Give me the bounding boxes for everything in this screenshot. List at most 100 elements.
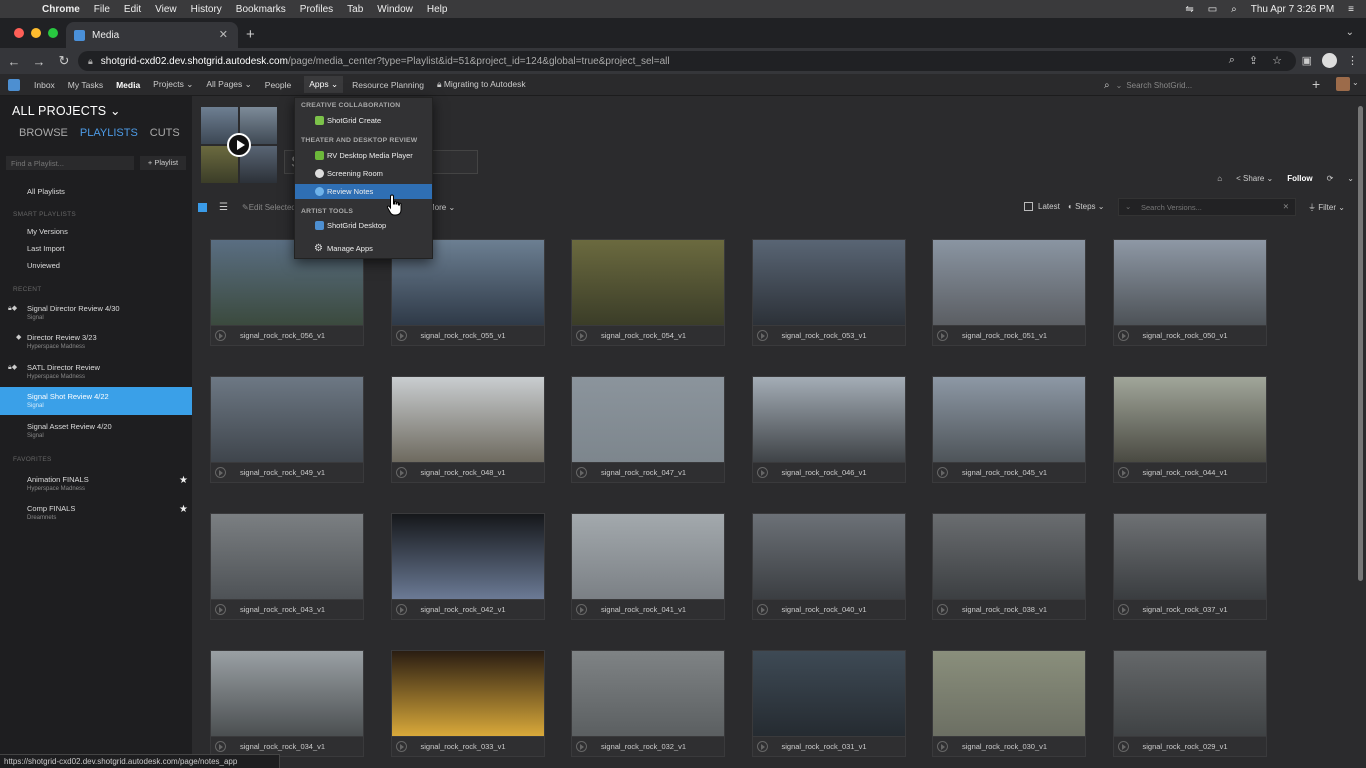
version-card[interactable]: signal_rock_rock_050_v1	[1112, 239, 1267, 346]
steps-button[interactable]: ◐ Steps ⌄	[1068, 202, 1104, 211]
play-icon[interactable]	[1117, 741, 1129, 752]
version-name[interactable]: signal_rock_rock_051_v1	[962, 331, 1047, 340]
version-name[interactable]: signal_rock_rock_056_v1	[240, 331, 325, 340]
version-card[interactable]: signal_rock_rock_031_v1	[751, 650, 906, 757]
mac-menu-tab[interactable]: Tab	[347, 4, 363, 15]
version-name[interactable]: signal_rock_rock_054_v1	[601, 331, 686, 340]
version-card[interactable]: signal_rock_rock_047_v1	[571, 376, 725, 483]
version-thumbnail[interactable]	[571, 513, 725, 600]
search-dropdown-icon[interactable]: ⌄	[1125, 202, 1131, 211]
mac-menu-window[interactable]: Window	[377, 4, 413, 15]
version-card[interactable]: signal_rock_rock_054_v1	[571, 239, 725, 346]
version-card[interactable]: signal_rock_rock_045_v1	[932, 376, 1086, 483]
version-thumbnail[interactable]	[751, 513, 906, 600]
version-name[interactable]: signal_rock_rock_037_v1	[1143, 605, 1228, 614]
user-avatar[interactable]	[1336, 77, 1350, 91]
mac-menu-view[interactable]: View	[155, 4, 177, 15]
version-name[interactable]: signal_rock_rock_043_v1	[240, 605, 325, 614]
version-card[interactable]: signal_rock_rock_040_v1	[751, 513, 906, 620]
playlist-search-input[interactable]: Find a Playlist...	[6, 156, 134, 170]
version-name[interactable]: signal_rock_rock_040_v1	[782, 605, 867, 614]
play-icon[interactable]	[937, 741, 948, 752]
play-icon[interactable]	[1117, 604, 1129, 615]
version-name[interactable]: signal_rock_rock_053_v1	[782, 331, 867, 340]
reload-icon[interactable]: ↻	[53, 53, 75, 69]
clear-icon[interactable]: ✕	[1283, 202, 1289, 211]
version-thumbnail[interactable]	[571, 376, 725, 463]
apple-icon[interactable]	[14, 2, 28, 16]
version-card[interactable]: signal_rock_rock_029_v1	[1112, 650, 1267, 757]
side-panel-icon[interactable]: ▣	[1302, 54, 1312, 67]
version-name[interactable]: signal_rock_rock_044_v1	[1143, 468, 1228, 477]
menu-icon[interactable]: ≡	[1348, 4, 1354, 15]
sidebar-item-all-playlists[interactable]: All Playlists	[0, 187, 192, 196]
version-thumbnail[interactable]	[932, 239, 1086, 326]
version-name[interactable]: signal_rock_rock_034_v1	[240, 742, 325, 751]
clock[interactable]: Thu Apr 7 3:26 PM	[1251, 4, 1334, 15]
version-thumbnail[interactable]	[210, 650, 364, 737]
nav-projects[interactable]: Projects ⌄	[153, 79, 193, 90]
play-icon[interactable]	[215, 467, 226, 478]
play-icon[interactable]	[395, 741, 407, 752]
version-thumbnail[interactable]	[1112, 650, 1267, 737]
play-icon[interactable]	[395, 467, 407, 478]
version-name[interactable]: signal_rock_rock_031_v1	[782, 742, 867, 751]
version-card[interactable]: signal_rock_rock_032_v1	[571, 650, 725, 757]
mac-menu-history[interactable]: History	[191, 4, 222, 15]
nav-my-tasks[interactable]: My Tasks	[68, 80, 103, 90]
sidebar-item-favorite[interactable]: Comp FINALS Dreamnets ★	[0, 504, 192, 526]
chevron-down-icon[interactable]: ⌄	[1347, 174, 1354, 183]
nav-all-pages[interactable]: All Pages ⌄	[206, 79, 251, 90]
version-name[interactable]: signal_rock_rock_029_v1	[1143, 742, 1228, 751]
shotgrid-logo-icon[interactable]	[8, 78, 20, 91]
version-thumbnail[interactable]	[390, 650, 545, 737]
menu-item-shotgrid-desktop[interactable]: ShotGrid Desktop	[295, 218, 432, 233]
menu-item-screening-room[interactable]: Screening Room	[295, 166, 432, 181]
version-name[interactable]: signal_rock_rock_055_v1	[421, 331, 506, 340]
forward-icon[interactable]: →	[28, 54, 50, 69]
version-name[interactable]: signal_rock_rock_032_v1	[601, 742, 686, 751]
sidebar-item-selected-playlist[interactable]: Signal Shot Review 4/22 Signal	[0, 387, 192, 415]
play-icon[interactable]	[756, 467, 768, 478]
nav-media[interactable]: Media	[116, 80, 140, 90]
play-icon[interactable]	[576, 467, 587, 478]
minimize-window-button[interactable]	[31, 28, 41, 38]
play-icon[interactable]	[576, 330, 587, 341]
sidebar-item-recent[interactable]: 🔒︎◆ Signal Director Review 4/30 Signal	[0, 304, 192, 326]
mac-menu-app[interactable]: Chrome	[42, 4, 80, 15]
lock-icon[interactable]: 🔒︎	[88, 56, 93, 67]
play-icon[interactable]	[215, 330, 226, 341]
version-card[interactable]: signal_rock_rock_048_v1	[390, 376, 545, 483]
zoom-icon[interactable]: ⌕	[1229, 54, 1235, 67]
version-thumbnail[interactable]	[390, 376, 545, 463]
nav-people[interactable]: People	[265, 80, 291, 90]
version-thumbnail[interactable]	[390, 513, 545, 600]
version-card[interactable]: signal_rock_rock_041_v1	[571, 513, 725, 620]
nav-migrating[interactable]: 🔒︎ Migrating to Autodesk	[437, 79, 526, 90]
mac-menu-help[interactable]: Help	[427, 4, 448, 15]
version-thumbnail[interactable]	[1112, 376, 1267, 463]
tab-browse[interactable]: BROWSE	[19, 127, 68, 139]
nav-apps[interactable]: Apps ⌄	[304, 76, 344, 93]
sidebar-item-favorite[interactable]: Animation FINALS Hyperspace Madness ★	[0, 475, 192, 497]
star-icon[interactable]: ★	[179, 504, 188, 515]
version-name[interactable]: signal_rock_rock_041_v1	[601, 605, 686, 614]
tab-cuts[interactable]: CUTS	[150, 127, 180, 139]
kebab-menu-icon[interactable]: ⋮	[1347, 54, 1358, 67]
version-thumbnail[interactable]	[751, 239, 906, 326]
version-card[interactable]: signal_rock_rock_044_v1	[1112, 376, 1267, 483]
play-icon[interactable]	[1117, 330, 1129, 341]
version-thumbnail[interactable]	[932, 650, 1086, 737]
menu-item-rv[interactable]: RV Desktop Media Player	[295, 148, 432, 163]
version-thumbnail[interactable]	[210, 513, 364, 600]
zoom-window-button[interactable]	[48, 28, 58, 38]
sidebar-item-unviewed[interactable]: Unviewed	[0, 261, 192, 270]
edit-selected-button[interactable]: ✎Edit Selected	[242, 203, 296, 212]
list-view-icon[interactable]: ☰	[219, 202, 228, 213]
play-icon[interactable]	[937, 604, 948, 615]
control-center-icon[interactable]: ⇋	[1185, 4, 1193, 15]
play-icon[interactable]	[1117, 467, 1129, 478]
follow-button[interactable]: Follow	[1287, 174, 1312, 183]
add-icon[interactable]: +	[1312, 76, 1320, 92]
play-icon[interactable]	[937, 467, 948, 478]
